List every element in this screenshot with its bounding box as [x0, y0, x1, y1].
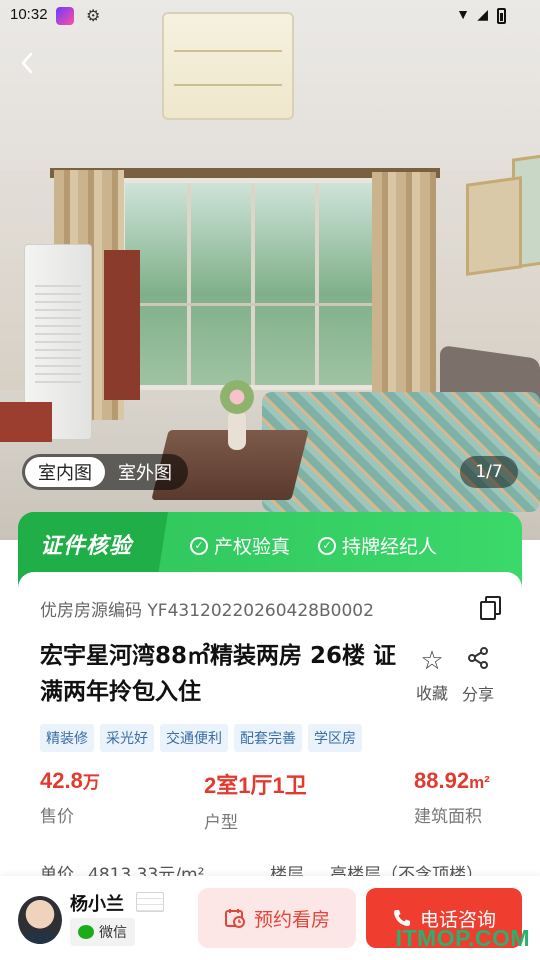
listing-code-row: 优房房源编码 YF43120220260428B0002: [40, 596, 374, 621]
battery-icon: [497, 8, 506, 24]
copy-icon[interactable]: [480, 596, 501, 620]
verification-title: 证件核验: [40, 534, 133, 559]
photo-counter: 1/7: [460, 456, 518, 488]
signal-icon: ◢: [477, 6, 488, 22]
listing-code: YF43120220260428B0002: [147, 601, 374, 621]
feature-tag: 采光好: [100, 724, 154, 752]
chevron-left-icon: [21, 52, 33, 74]
star-icon: ☆: [420, 646, 444, 676]
verification-item-label: 产权验真: [214, 536, 291, 558]
share-button[interactable]: 分享: [458, 646, 498, 705]
feature-tag: 配套完善: [234, 724, 302, 752]
photo-sofa: [262, 392, 540, 512]
feature-tags: 精装修 采光好 交通便利 配套完善 学区房: [40, 724, 362, 752]
stat-area-label: 建筑面积: [414, 807, 482, 827]
gear-icon: ⚙: [86, 8, 101, 25]
stat-price: 42.8万 售价: [40, 768, 100, 827]
verification-item-property: ✓ 产权验真: [190, 532, 290, 559]
wifi-icon: ▼: [456, 6, 470, 22]
app-notification-icon: [56, 7, 74, 25]
status-time: 10:32: [10, 6, 48, 23]
check-circle-icon: ✓: [190, 536, 208, 555]
photo-tv-stand: [0, 402, 52, 442]
appoint-viewing-button[interactable]: 预约看房: [198, 888, 356, 948]
stat-price-unit: 万: [82, 773, 100, 792]
check-circle-icon: ✓: [318, 536, 336, 555]
verification-item-agent: ✓ 持牌经纪人: [318, 532, 437, 559]
photo-vase: [228, 410, 246, 450]
listing-code-label: 优房房源编码: [40, 601, 142, 621]
stat-area: 88.92m² 建筑面积: [414, 768, 490, 827]
appoint-label: 预约看房: [253, 908, 330, 931]
share-label: 分享: [461, 685, 494, 704]
favorite-label: 收藏: [415, 684, 448, 703]
photo-wall-art: [466, 176, 522, 276]
wechat-button[interactable]: 微信: [70, 918, 135, 946]
stat-area-unit: m²: [469, 773, 490, 792]
agent-name[interactable]: 杨小兰: [70, 890, 124, 916]
back-button[interactable]: [12, 46, 42, 80]
stat-price-value: 42.8: [40, 768, 83, 793]
watermark: ITMOP.COM: [395, 925, 530, 951]
wechat-label: 微信: [99, 925, 127, 941]
tab-indoor[interactable]: 室内图: [25, 457, 105, 487]
photo-cabinet: [104, 250, 140, 400]
stat-layout-label: 户型: [204, 813, 238, 833]
stat-area-value: 88.92: [414, 768, 470, 793]
feature-tag: 学区房: [308, 724, 362, 752]
id-card-icon[interactable]: [136, 892, 164, 912]
verification-item-label: 持牌经纪人: [342, 536, 438, 558]
listing-title: 宏宇星河湾88㎡精装两房 26楼 证满两年拎包入住: [40, 643, 397, 705]
feature-tag: 交通便利: [160, 724, 228, 752]
calendar-clock-icon: [224, 909, 245, 928]
favorite-button[interactable]: ☆ 收藏: [412, 646, 452, 704]
listing-info-card: 优房房源编码 YF43120220260428B0002 宏宇星河湾88㎡精装两…: [18, 572, 522, 882]
status-bar: 10:32 ⚙ ▼ ◢: [0, 0, 540, 32]
agent-avatar[interactable]: [18, 896, 62, 944]
stat-layout-value: 2室1厅1卫: [204, 773, 307, 798]
wechat-icon: [78, 925, 94, 939]
bottom-action-bar: 杨小兰 微信 预约看房 电话咨询 ITMOP.COM: [0, 876, 540, 960]
photo-category-tabs: 室内图 室外图: [22, 454, 188, 490]
tab-outdoor[interactable]: 室外图: [105, 457, 185, 487]
photo-flowers: [220, 380, 254, 414]
photo-window: [120, 178, 380, 390]
share-icon: [458, 646, 498, 677]
stat-layout: 2室1厅1卫 户型: [204, 768, 307, 833]
feature-tag: 精装修: [40, 724, 94, 752]
stat-price-label: 售价: [40, 807, 74, 827]
photo-curtain-right: [372, 172, 436, 412]
